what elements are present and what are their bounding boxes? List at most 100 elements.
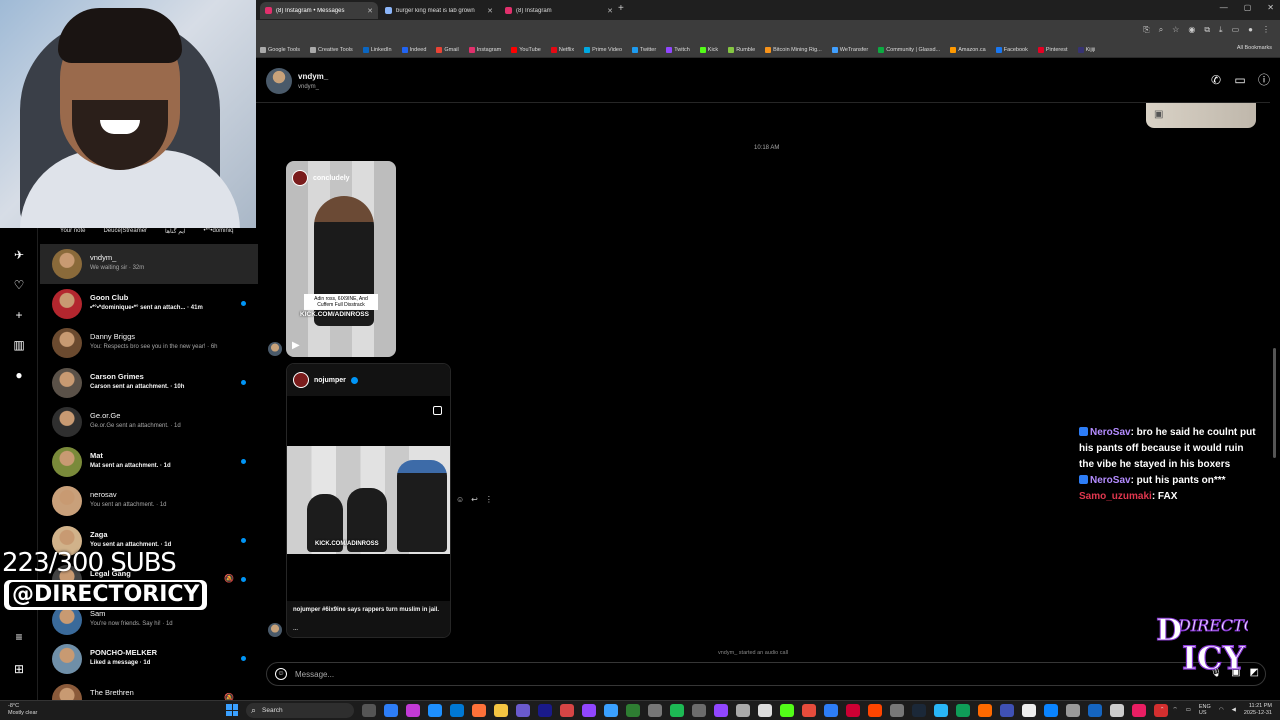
bookmark-item[interactable]: Community | Glassd... <box>878 46 940 53</box>
taskbar-app-icon[interactable] <box>428 704 442 717</box>
close-tab-icon[interactable]: ✕ <box>487 7 493 15</box>
create-plus-icon[interactable]: + <box>12 308 26 322</box>
taskbar-app-icon[interactable] <box>714 704 728 717</box>
taskbar-app-icon[interactable] <box>758 704 772 717</box>
bookmark-item[interactable]: Creative Tools <box>310 46 353 53</box>
insights-icon[interactable]: ▥ <box>12 338 26 352</box>
taskbar-app-icon[interactable] <box>780 704 794 717</box>
bookmark-item[interactable]: Bitcoin Mining Rig... <box>765 46 822 53</box>
browser-tab-instagram[interactable]: (8) Instagram ✕ <box>500 2 618 19</box>
taskbar-app-icon[interactable] <box>362 704 376 717</box>
taskbar-app-icon[interactable] <box>824 704 838 717</box>
note-item[interactable]: •*°•dominiq <box>204 228 234 240</box>
zoom-icon[interactable]: ⌕ <box>1159 25 1163 35</box>
dm-thread-item[interactable]: PONCHO-MELKER Liked a message · 1d <box>40 639 258 679</box>
menu-kebab-icon[interactable]: ⋮ <box>1262 25 1270 35</box>
dm-thread-item[interactable]: nerosav You sent an attachment. · 1d <box>40 481 258 521</box>
bookmark-item[interactable]: Instagram <box>468 46 501 53</box>
bookmark-item[interactable]: Indeed <box>401 46 426 53</box>
video-call-icon[interactable]: ▭ <box>1234 74 1246 86</box>
close-window-icon[interactable]: ✕ <box>1267 3 1274 12</box>
minimize-icon[interactable]: — <box>1220 3 1228 12</box>
bookmark-item[interactable]: Netflix <box>550 46 574 53</box>
info-icon[interactable]: ⓘ <box>1258 74 1270 86</box>
bookmark-item[interactable]: Rumble <box>728 46 755 53</box>
taskbar-app-icon[interactable] <box>1110 704 1124 717</box>
download-icon[interactable]: ⤓ <box>1219 25 1223 35</box>
taskbar-app-icon[interactable] <box>1132 704 1146 717</box>
emoji-icon[interactable]: ☺ <box>275 668 287 680</box>
battery-icon[interactable]: ▭ <box>1186 707 1191 713</box>
dm-thread-item[interactable]: vndym_ We waiting sir · 32m <box>40 244 258 284</box>
taskbar-app-icon[interactable] <box>494 704 508 717</box>
message-input[interactable] <box>295 667 895 682</box>
weather-widget[interactable]: -8°C Mostly clear <box>8 703 37 716</box>
bookmark-item[interactable]: WeTransfer <box>831 46 868 53</box>
bookmark-item[interactable]: Google Tools <box>260 46 300 53</box>
taskbar-app-icon[interactable] <box>692 704 706 717</box>
bookmark-item[interactable]: Twitter <box>632 46 656 53</box>
language-indicator[interactable]: ENG US <box>1199 704 1211 716</box>
wifi-icon[interactable]: ◠ <box>1219 707 1224 713</box>
new-tab-icon[interactable]: + <box>618 3 624 14</box>
taskbar-app-icon[interactable] <box>582 704 596 717</box>
menu-icon[interactable]: ≡ <box>12 630 26 644</box>
browser-tab-search[interactable]: burger king meat is lab grown ✕ <box>380 2 498 19</box>
bookmark-star-icon[interactable]: ☆ <box>1172 25 1179 35</box>
taskbar-app-icon[interactable] <box>934 704 948 717</box>
all-bookmarks[interactable]: All Bookmarks <box>1237 45 1272 51</box>
taskbar-app-icon[interactable] <box>912 704 926 717</box>
attachment-preview[interactable]: ▣ <box>1146 103 1256 128</box>
extensions-puzzle-icon[interactable]: ⧉ <box>1204 25 1210 35</box>
shared-post[interactable]: nojumper KICK.COM/ADINROSS nojumper #6ix… <box>286 363 451 638</box>
taskbar-app-icon[interactable] <box>538 704 552 717</box>
taskbar-app-icon[interactable] <box>1088 704 1102 717</box>
dm-thread-item[interactable]: Ge.or.Ge Ge.or.Ge sent an attachment. · 1… <box>40 402 258 442</box>
dm-thread-item[interactable]: Goon Club •*°•*dominique•*° sent an attac… <box>40 284 258 324</box>
maximize-icon[interactable]: ▢ <box>1244 3 1252 12</box>
notifications-heart-icon[interactable]: ♡ <box>12 278 26 292</box>
react-emoji-icon[interactable]: ☺ <box>456 495 464 504</box>
close-tab-icon[interactable]: ✕ <box>607 7 613 15</box>
taskbar-app-icon[interactable] <box>978 704 992 717</box>
avatar[interactable] <box>266 68 292 94</box>
taskbar-app-icon[interactable] <box>670 704 684 717</box>
more-options-icon[interactable]: ⋮ <box>485 495 493 504</box>
phone-call-icon[interactable]: ✆ <box>1210 74 1222 86</box>
bookmark-item[interactable]: Kijiji <box>1077 46 1095 53</box>
extension-icon[interactable]: ◉ <box>1188 25 1195 35</box>
apps-icon[interactable]: ⊞ <box>12 662 26 676</box>
taskbar-app-icon[interactable] <box>1022 704 1036 717</box>
dm-thread-item[interactable]: Danny Briggs You: Respects bro see you in… <box>40 323 258 363</box>
note-item[interactable]: ایم گناها <box>165 228 185 240</box>
browser-tab-instagram-messages[interactable]: (8) Instagram • Messages ✕ <box>260 2 378 19</box>
bookmark-item[interactable]: Facebook <box>995 46 1028 53</box>
close-tab-icon[interactable]: ✕ <box>367 7 373 15</box>
dm-thread-item[interactable]: Mat Mat sent an attachment. · 1d <box>40 442 258 482</box>
chevron-up-icon[interactable]: ⌃ <box>1160 707 1165 713</box>
taskbar-app-icon[interactable] <box>406 704 420 717</box>
taskbar-app-icon[interactable] <box>956 704 970 717</box>
taskbar-app-icon[interactable] <box>1000 704 1014 717</box>
profile-icon[interactable]: ● <box>12 368 26 382</box>
avatar[interactable] <box>268 342 282 356</box>
taskbar-app-icon[interactable] <box>868 704 882 717</box>
bookmark-item[interactable]: Gmail <box>436 46 459 53</box>
note-item[interactable]: Deuce|Streamer <box>103 228 147 240</box>
taskbar-search[interactable]: Search <box>246 703 354 718</box>
network-icon[interactable]: ⌔ <box>1173 706 1178 713</box>
sticker-icon[interactable]: ◩ <box>1250 667 1259 678</box>
chat-name[interactable]: vndym_ <box>298 72 328 81</box>
dm-thread-item[interactable]: Carson Grimes Carson sent an attachment. … <box>40 363 258 403</box>
bookmark-item[interactable]: Twitch <box>666 46 690 53</box>
taskbar-app-icon[interactable] <box>736 704 750 717</box>
bookmark-item[interactable]: LinkedIn <box>362 46 392 53</box>
taskbar-app-icon[interactable] <box>1066 704 1080 717</box>
taskbar-app-icon[interactable] <box>560 704 574 717</box>
avatar[interactable] <box>268 623 282 637</box>
bookmark-item[interactable]: Amazon.ca <box>950 46 986 53</box>
taskbar-app-icon[interactable] <box>450 704 464 717</box>
shared-reel[interactable]: concludely Adin ross, 6IX9INE, And Cuffe… <box>286 161 396 357</box>
taskbar-app-icon[interactable] <box>384 704 398 717</box>
windows-start-icon[interactable] <box>226 704 238 716</box>
